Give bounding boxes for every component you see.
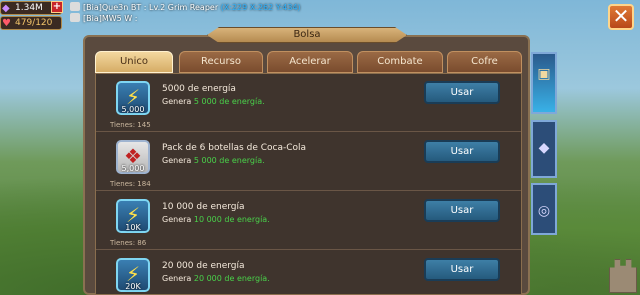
item-name: 10 000 de energía	[162, 202, 245, 212]
owned-count: Tienes: 86	[110, 239, 147, 247]
tab-recurso[interactable]: Recurso	[179, 51, 263, 73]
close-icon: ✕	[612, 4, 630, 28]
energy-value: 479/120	[15, 18, 53, 28]
list-item: ⚡ 20K 20 000 de energía Genera 20 000 de …	[96, 251, 521, 294]
use-button[interactable]: Usar	[424, 258, 500, 281]
item-list[interactable]: ⚡ 5,000 Tienes: 145 5000 de energía Gener…	[95, 73, 522, 295]
top-bar: ◆ 1.34M + ♥ 479/120 [Bia]Que3n BT : Lv.2 G…	[0, 0, 640, 30]
chat-icon	[70, 2, 80, 11]
item-quantity: 5,000	[121, 105, 145, 114]
owned-count: Tienes: 145	[110, 121, 151, 129]
emblem-icon: ◎	[537, 203, 551, 219]
side-tab-chest[interactable]: ▣	[531, 52, 557, 114]
tab-combate[interactable]: Combate	[357, 51, 443, 73]
side-tab-emblem[interactable]: ◎	[531, 183, 557, 235]
item-name: 20 000 de energía	[162, 261, 245, 271]
owned-count: Tienes: 184	[110, 180, 151, 188]
chest-icon: ▣	[537, 66, 551, 82]
chat-line: [Bia]MW5 W :	[70, 13, 301, 24]
chat-icon	[70, 13, 80, 22]
panel-title: Bolsa	[207, 27, 407, 43]
use-button[interactable]: Usar	[424, 81, 500, 104]
item-quantity: 10K	[125, 223, 141, 232]
item-name: Pack de 6 botellas de Coca-Cola	[162, 143, 307, 153]
use-button[interactable]: Usar	[424, 140, 500, 163]
tab-bar: Unico Recurso Acelerar Combate Cofre	[95, 51, 522, 73]
tab-unico[interactable]: Unico	[95, 51, 173, 73]
list-item: ⚡ 5,000 Tienes: 145 5000 de energía Gener…	[96, 74, 521, 132]
crystal-icon: ◆	[538, 140, 550, 156]
item-description: Genera 10 000 de energía.	[162, 215, 270, 224]
coca-cola-pack-icon: ❖ 5,000	[116, 140, 150, 174]
gems-value: 1.34M	[15, 3, 43, 13]
item-quantity: 20K	[125, 282, 141, 291]
list-item: ❖ 5,000 Tienes: 184 Pack de 6 botellas de…	[96, 133, 521, 191]
tab-cofre[interactable]: Cofre	[447, 51, 522, 73]
item-quantity: 5,000	[121, 164, 145, 173]
close-button[interactable]: ✕	[608, 4, 634, 30]
energy-counter: ♥ 479/120	[0, 16, 62, 30]
tab-acelerar[interactable]: Acelerar	[267, 51, 353, 73]
coordinate-link[interactable]: (X:229 X:262 Y:434)	[221, 3, 301, 12]
heart-icon: ♥	[2, 18, 11, 29]
item-description: Genera 5 000 de energía.	[162, 97, 265, 106]
item-name: 5000 de energía	[162, 84, 236, 94]
list-item: ⚡ 10K Tienes: 86 10 000 de energía Genera…	[96, 192, 521, 250]
lightning-icon: ⚡ 10K	[116, 199, 150, 233]
gem-icon: ◆	[2, 3, 10, 14]
add-gems-button[interactable]: +	[51, 1, 63, 13]
item-description: Genera 20 000 de energía.	[162, 274, 270, 283]
lightning-icon: ⚡ 5,000	[116, 81, 150, 115]
use-button[interactable]: Usar	[424, 199, 500, 222]
side-tab-crystal[interactable]: ◆	[531, 120, 557, 178]
chat-line: [Bia]Que3n BT : Lv.2 Grim Reaper (X:229 …	[70, 2, 301, 13]
lightning-icon: ⚡ 20K	[116, 258, 150, 292]
item-description: Genera 5 000 de energía.	[162, 156, 265, 165]
chat-ticker[interactable]: [Bia]Que3n BT : Lv.2 Grim Reaper (X:229 …	[70, 2, 301, 24]
